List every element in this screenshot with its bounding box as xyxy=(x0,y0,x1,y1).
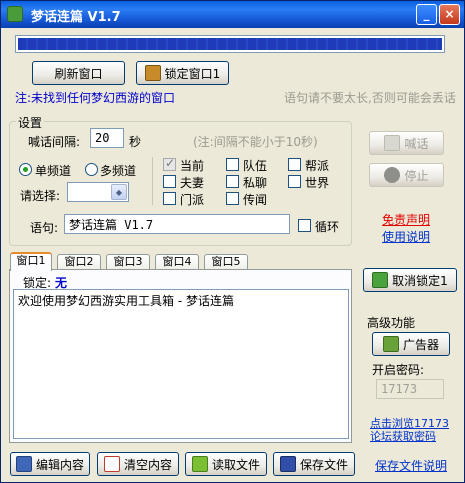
status-hint: 语句请不要太长,否则可能会丢话 xyxy=(284,91,456,105)
ad-icon xyxy=(382,336,399,352)
settings-legend: 设置 xyxy=(16,114,45,131)
window-title: 梦话连篇 V1.7 xyxy=(31,10,121,25)
channel-team-label: 队伍 xyxy=(243,159,268,173)
single-channel-label: 单频道 xyxy=(35,164,72,178)
title-bar[interactable]: 梦话连篇 V1.7 _ × xyxy=(1,1,464,28)
edit-content-button[interactable]: 编辑内容 xyxy=(10,452,90,476)
save-file-button[interactable]: 保存文件 xyxy=(273,452,355,476)
channel-private-checkbox[interactable] xyxy=(226,175,239,188)
channel-sect-label: 门派 xyxy=(180,193,205,207)
interval-note: (注:间隔不能小于10秒) xyxy=(193,135,318,149)
stop-label: 停止 xyxy=(404,168,429,183)
clear-doc-icon xyxy=(103,456,120,472)
advanced-title: 高级功能 xyxy=(367,316,416,330)
tab-window-3-label: 窗口3 xyxy=(113,255,143,268)
content-text: 欢迎使用梦幻西游实用工具箱 - 梦话连篇 xyxy=(18,294,234,308)
content-textarea[interactable]: 欢迎使用梦幻西游实用工具箱 - 梦话连篇 xyxy=(13,289,349,439)
channel-world-checkbox[interactable] xyxy=(288,175,301,188)
channel-rumor-label: 传闻 xyxy=(243,193,268,207)
channel-private-label: 私聊 xyxy=(243,176,268,190)
grid-icon xyxy=(15,456,32,472)
floppy-disk-icon xyxy=(279,456,296,472)
settings-divider xyxy=(152,157,153,205)
sentence-input[interactable] xyxy=(64,214,290,234)
multi-channel-label: 多频道 xyxy=(100,164,137,178)
forum-link-line2[interactable]: 论坛获取密码 xyxy=(370,428,436,444)
open-file-icon xyxy=(191,456,208,472)
ad-label: 广告器 xyxy=(402,337,439,352)
stop-icon xyxy=(384,167,401,183)
close-button[interactable]: × xyxy=(439,4,460,25)
password-label: 开启密码: xyxy=(372,363,425,377)
house-icon xyxy=(144,65,161,81)
tab-window-4[interactable]: 窗口4 xyxy=(155,254,199,270)
status-not-found: 注:未找到任何梦幻西游的窗口 xyxy=(15,91,176,105)
read-file-button[interactable]: 读取文件 xyxy=(185,452,267,476)
megaphone-icon xyxy=(384,135,401,151)
tab-window-4-label: 窗口4 xyxy=(162,255,192,268)
sentence-label: 语句: xyxy=(30,221,59,235)
unlock-label: 取消锁定1 xyxy=(392,273,448,288)
save-help-link[interactable]: 保存文件说明 xyxy=(375,457,447,474)
main-window: 梦话连篇 V1.7 _ × 刷新窗口 锁定窗口1 注:未找到任何梦幻西游的窗口 … xyxy=(0,0,465,483)
channel-spouse-label: 夫妻 xyxy=(180,176,205,190)
interval-unit: 秒 xyxy=(129,135,142,149)
tab-window-2[interactable]: 窗口2 xyxy=(57,254,101,270)
tab-window-5-label: 窗口5 xyxy=(211,255,241,268)
edit-content-label: 编辑内容 xyxy=(35,457,84,472)
password-input[interactable] xyxy=(376,379,444,399)
single-channel-radio[interactable] xyxy=(19,163,32,176)
channel-sect-checkbox[interactable] xyxy=(163,192,176,205)
read-file-label: 读取文件 xyxy=(211,457,260,472)
interval-label: 喊话间隔: xyxy=(28,135,81,149)
progress-fill xyxy=(18,38,442,50)
interval-input[interactable] xyxy=(90,128,124,148)
clear-content-label: 清空内容 xyxy=(123,457,172,472)
shout-label: 喊话 xyxy=(404,136,429,151)
channel-spouse-checkbox[interactable] xyxy=(163,175,176,188)
tab-window-2-label: 窗口2 xyxy=(64,255,94,268)
save-file-label: 保存文件 xyxy=(299,457,348,472)
refresh-window-label: 刷新窗口 xyxy=(54,66,103,81)
instructions-link[interactable]: 使用说明 xyxy=(382,228,430,245)
channel-world-label: 世界 xyxy=(305,176,330,190)
channel-select[interactable]: ◆ xyxy=(67,182,129,202)
loop-label: 循环 xyxy=(315,220,340,234)
app-icon xyxy=(7,6,23,22)
loop-checkbox[interactable] xyxy=(298,219,311,232)
clear-content-button[interactable]: 清空内容 xyxy=(97,452,179,476)
refresh-window-button[interactable]: 刷新窗口 xyxy=(32,61,125,85)
chevron-down-icon[interactable]: ◆ xyxy=(111,184,127,200)
lock-window-button[interactable]: 锁定窗口1 xyxy=(136,61,229,85)
lock-window-label: 锁定窗口1 xyxy=(164,66,221,81)
tab-window-1[interactable]: 窗口1 xyxy=(10,252,52,271)
disclaimer-link[interactable]: 免责声明 xyxy=(382,211,430,228)
multi-channel-radio[interactable] xyxy=(85,163,98,176)
unlock-icon xyxy=(372,272,389,288)
channel-current-label: 当前 xyxy=(180,159,205,173)
channel-guild-label: 帮派 xyxy=(305,159,330,173)
shout-button[interactable]: 喊话 xyxy=(369,131,444,155)
channel-current-checkbox[interactable] xyxy=(163,156,176,171)
channel-guild-checkbox[interactable] xyxy=(288,158,301,171)
tab-window-3[interactable]: 窗口3 xyxy=(106,254,150,270)
stop-button[interactable]: 停止 xyxy=(369,163,444,187)
ad-button[interactable]: 广告器 xyxy=(372,332,450,356)
unlock-button[interactable]: 取消锁定1 xyxy=(363,268,457,292)
progress-bar xyxy=(15,35,445,53)
channel-rumor-checkbox[interactable] xyxy=(226,192,239,205)
channel-team-checkbox[interactable] xyxy=(226,158,239,171)
minimize-button[interactable]: _ xyxy=(416,4,437,25)
choose-label: 请选择: xyxy=(20,189,61,203)
tab-window-1-label: 窗口1 xyxy=(16,254,46,267)
tab-window-5[interactable]: 窗口5 xyxy=(204,254,248,270)
